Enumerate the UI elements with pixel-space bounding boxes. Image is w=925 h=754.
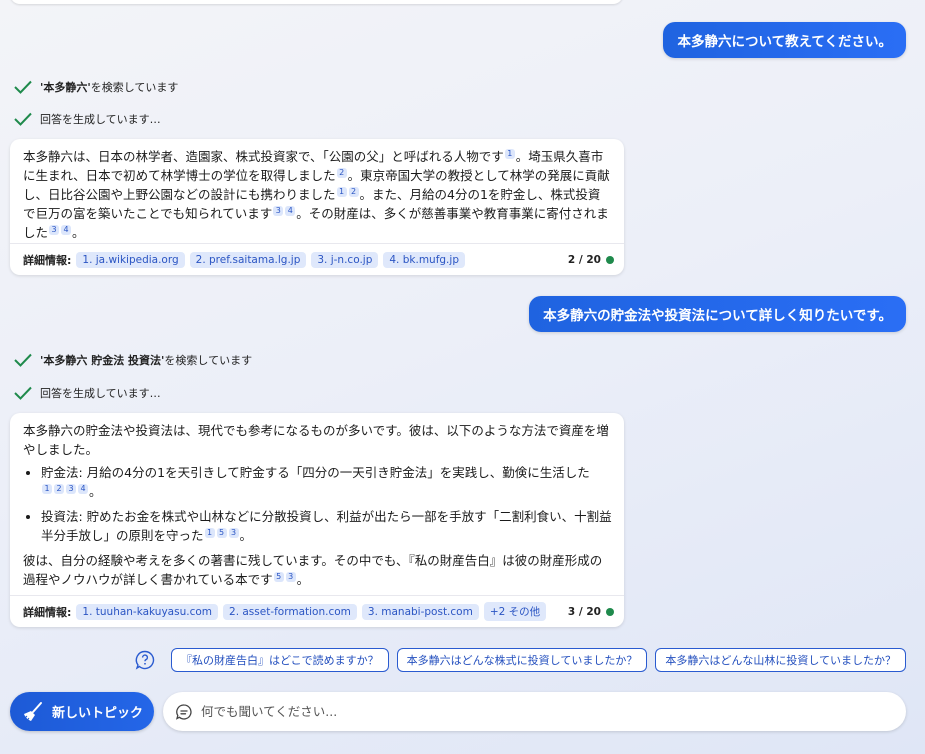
answer-segment: 本多静六は、日本の林学者、造園家、株式投資家で、「公園の父」と呼ばれる人物です xyxy=(23,149,504,164)
generating-status: 回答を生成しています… xyxy=(14,385,161,401)
details-label: 詳細情報: xyxy=(23,605,72,619)
citation-marker[interactable]: 4 xyxy=(61,224,72,235)
answer-outro-text: 彼は、自分の経験や考えを多くの著書に残しています。その中でも、『私の財産告白』は… xyxy=(23,553,603,587)
answer-footer: 詳細情報: 1. ja.wikipedia.org 2. pref.saitam… xyxy=(10,243,624,275)
suggestion-chip[interactable]: 本多静六はどんな株式に投資していましたか？ xyxy=(396,648,648,672)
details-label: 詳細情報: xyxy=(23,253,72,267)
help-icon[interactable] xyxy=(135,650,155,670)
answer-outro-end: 。 xyxy=(296,572,310,587)
answer-text: 本多静六の貯金法や投資法は、現代でも参考になるものが多いです。彼は、以下のような… xyxy=(10,413,624,595)
turn-counter: 3 / 20 xyxy=(568,606,614,618)
check-icon xyxy=(14,112,32,126)
citation-marker[interactable]: 1 xyxy=(504,148,515,159)
broom-icon xyxy=(24,701,42,721)
source-link[interactable]: 1. tuuhan-kakuyasu.com xyxy=(76,603,219,620)
chat-input[interactable] xyxy=(201,704,906,719)
turn-counter-text: 3 / 20 xyxy=(567,605,601,618)
citation-marker[interactable]: 1 xyxy=(42,483,52,494)
check-icon xyxy=(14,386,32,400)
suggestion-chip[interactable]: 『私の財産告白』はどこで読めますか？ xyxy=(170,648,389,672)
citation-marker[interactable]: 2 xyxy=(336,167,347,178)
citation-marker[interactable]: 3 xyxy=(285,571,296,582)
source-link[interactable]: 1. ja.wikipedia.org xyxy=(76,251,185,268)
citation-marker[interactable]: 5 xyxy=(273,571,284,582)
generating-label: 回答を生成しています… xyxy=(40,387,161,400)
list-item-text: 投資法: 貯めたお金を株式や山林などに分散投資し、利益が出たら一部を手放す「二割… xyxy=(41,509,612,543)
answer-intro: 本多静六の貯金法や投資法は、現代でも参考になるものが多いです。彼は、以下のような… xyxy=(23,423,609,457)
source-link[interactable]: 4. bk.mufg.jp xyxy=(383,251,465,268)
check-icon xyxy=(14,80,32,94)
citation-marker[interactable]: 1 xyxy=(204,527,215,538)
previous-card-edge xyxy=(10,0,623,4)
turn-counter: 2 / 20 xyxy=(568,254,614,266)
answer-text: 本多静六は、日本の林学者、造園家、株式投資家で、「公園の父」と呼ばれる人物です 1… xyxy=(10,139,624,243)
citation-marker[interactable]: 4 xyxy=(78,483,88,494)
citation-marker[interactable]: 2 xyxy=(348,186,359,197)
check-icon xyxy=(14,353,32,367)
citation-marker[interactable]: 4 xyxy=(285,205,296,216)
answer-footer: 詳細情報: 1. tuuhan-kakuyasu.com 2. asset-fo… xyxy=(10,595,624,627)
citation-marker[interactable]: 2 xyxy=(54,483,64,494)
answer-outro: 彼は、自分の経験や考えを多くの著書に残しています。その中でも、『私の財産告白』は… xyxy=(23,551,612,589)
list-item: 貯金法: 月給の4分の1を天引きして貯金する「四分の一天引き貯金法」を実践し、勤… xyxy=(41,463,612,501)
source-link[interactable]: 2. asset-formation.com xyxy=(223,603,357,620)
list-item-text: 貯金法: 月給の4分の1を天引きして貯金する「四分の一天引き貯金法」を実践し、勤… xyxy=(41,465,590,480)
citation-marker[interactable]: 1 xyxy=(336,186,347,197)
bot-answer-card: 本多静六は、日本の林学者、造園家、株式投資家で、「公園の父」と呼ばれる人物です 1… xyxy=(10,139,624,275)
source-link[interactable]: 2. pref.saitama.lg.jp xyxy=(189,251,307,268)
search-status: '本多静六' を検索しています xyxy=(14,79,178,95)
source-link[interactable]: 3. j-n.co.jp xyxy=(311,251,379,268)
search-status: '本多静六 貯金法 投資法' を検索しています xyxy=(14,352,252,368)
citation-marker[interactable]: 3 xyxy=(273,205,284,216)
search-suffix: を検索しています xyxy=(164,354,253,367)
chat-input-box[interactable] xyxy=(163,692,906,731)
answer-list: 貯金法: 月給の4分の1を天引きして貯金する「四分の一天引き貯金法」を実践し、勤… xyxy=(41,463,612,545)
search-suffix: を検索しています xyxy=(90,81,179,94)
citation-marker[interactable]: 3 xyxy=(66,483,76,494)
user-message: 本多静六の貯金法や投資法について詳しく知りたいです。 xyxy=(529,296,906,332)
new-topic-label: 新しいトピック xyxy=(52,706,144,721)
suggestion-chip[interactable]: 本多静六はどんな山林に投資していましたか？ xyxy=(655,648,906,672)
user-message: 本多静六について教えてください。 xyxy=(663,22,906,58)
source-link[interactable]: 3. manabi-post.com xyxy=(361,603,479,620)
status-dot xyxy=(606,607,614,616)
more-sources-link[interactable]: +2 その他 xyxy=(483,602,547,621)
search-query: '本多静六' xyxy=(40,81,91,94)
answer-segment: 。 xyxy=(72,225,85,240)
chat-bubble-icon xyxy=(175,703,192,720)
search-query: '本多静六 貯金法 投資法' xyxy=(40,354,165,367)
generating-status: 回答を生成しています… xyxy=(14,111,161,127)
citation-marker[interactable]: 3 xyxy=(228,527,239,538)
bot-answer-card: 本多静六の貯金法や投資法は、現代でも参考になるものが多いです。彼は、以下のような… xyxy=(10,413,624,627)
list-item-end: 。 xyxy=(239,528,253,543)
turn-counter-text: 2 / 20 xyxy=(567,253,601,266)
generating-label: 回答を生成しています… xyxy=(40,113,161,126)
suggestion-row: 『私の財産告白』はどこで読めますか？ 本多静六はどんな株式に投資していましたか？… xyxy=(135,648,906,672)
list-item-end: 。 xyxy=(89,484,102,499)
status-dot xyxy=(606,255,614,264)
new-topic-button[interactable]: 新しいトピック xyxy=(10,692,154,731)
list-item: 投資法: 貯めたお金を株式や山林などに分散投資し、利益が出たら一部を手放す「二割… xyxy=(41,507,612,545)
citation-marker[interactable]: 3 xyxy=(49,224,60,235)
citation-marker[interactable]: 5 xyxy=(216,527,227,538)
